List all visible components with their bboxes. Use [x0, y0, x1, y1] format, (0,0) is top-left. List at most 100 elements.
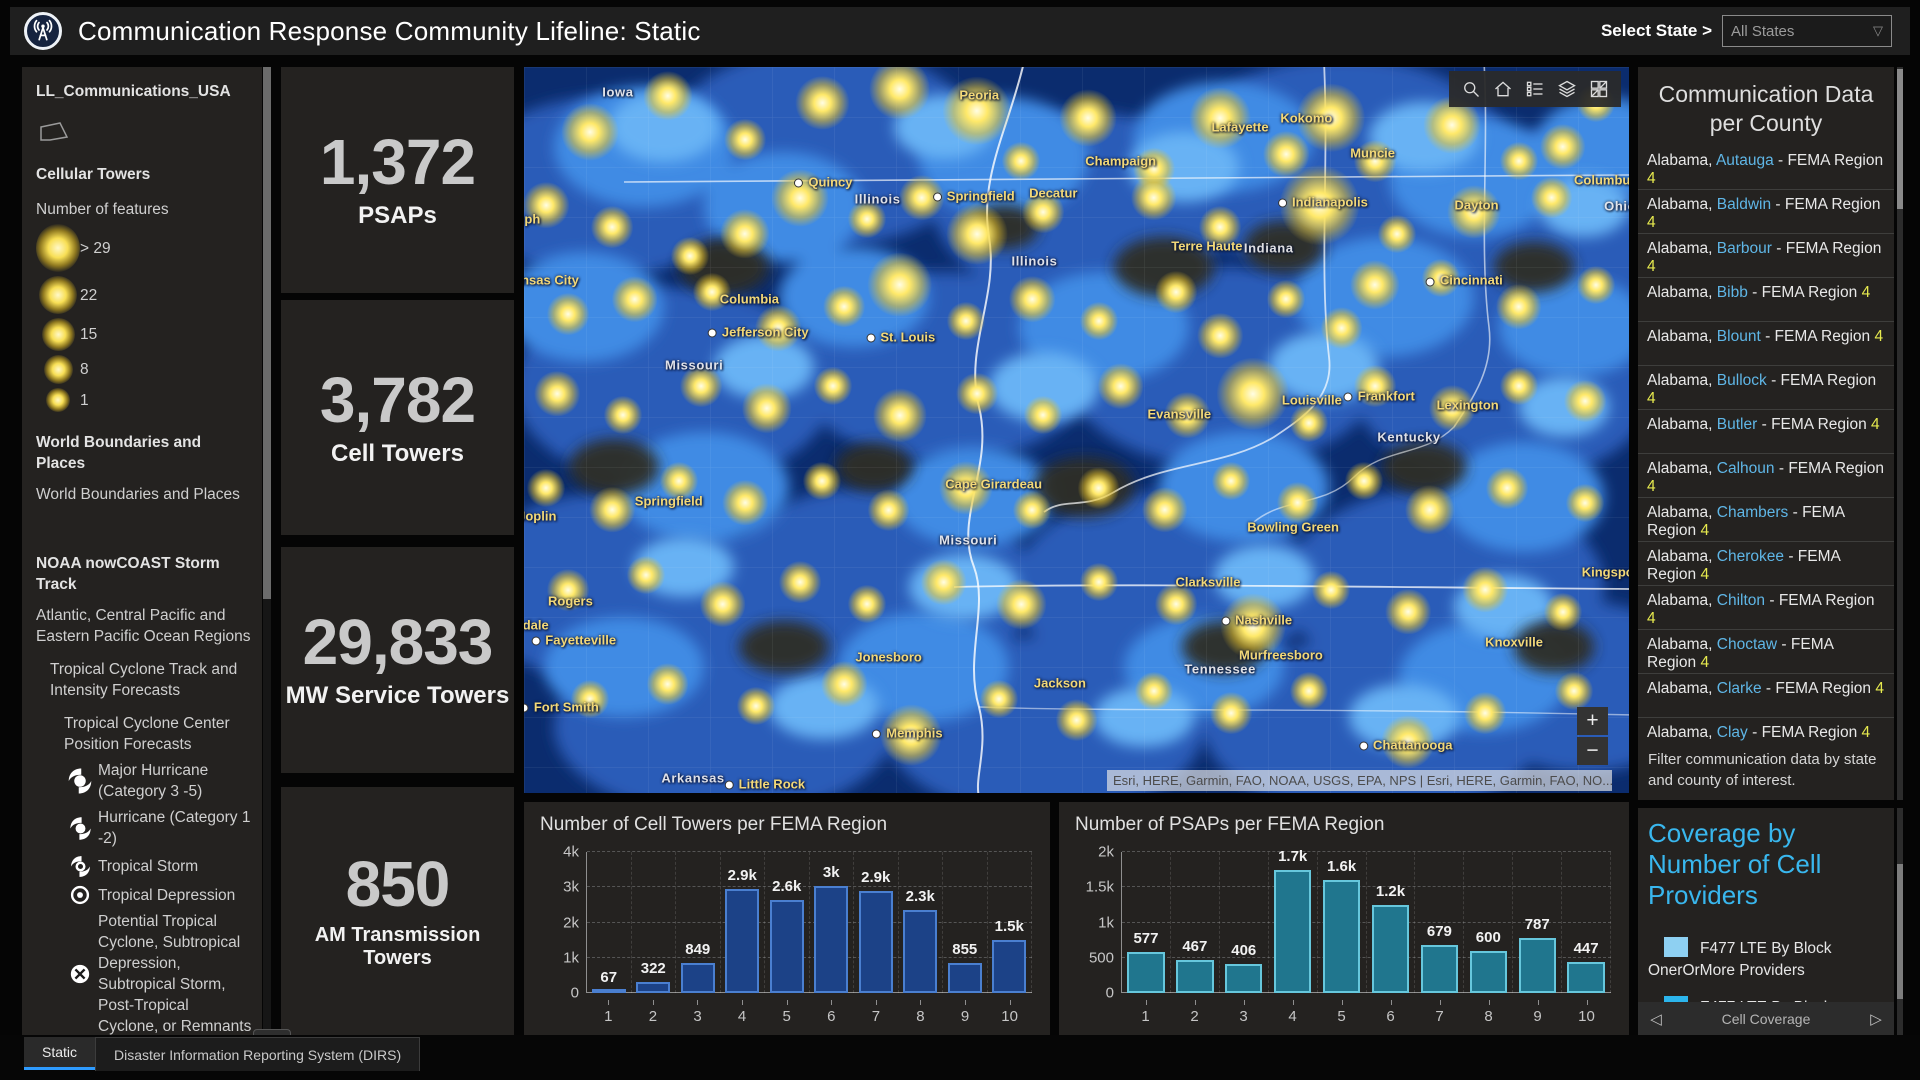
legend-scrollbar[interactable]	[263, 67, 271, 1035]
bar-value-label: 1.6k	[1327, 858, 1356, 875]
bar[interactable]	[1421, 945, 1458, 993]
county-scrollbar[interactable]	[1897, 67, 1903, 800]
bar[interactable]	[1176, 960, 1213, 993]
county-list-item[interactable]: Alabama, Autauga - FEMA Region 4	[1638, 146, 1894, 190]
state-select-value: All States	[1731, 23, 1794, 40]
coverage-scrollbar-thumb[interactable]	[1897, 864, 1903, 999]
county-state: Alabama,	[1647, 284, 1712, 301]
glow-dot-icon	[36, 276, 80, 314]
bar[interactable]	[1372, 905, 1409, 993]
bar[interactable]	[1567, 962, 1604, 994]
county-state: Alabama,	[1647, 548, 1712, 565]
county-list-item[interactable]: Alabama, Blount - FEMA Region 4	[1638, 322, 1894, 366]
county-list-item[interactable]: Alabama, Barbour - FEMA Region 4	[1638, 234, 1894, 278]
county-list-item[interactable]: Alabama, Calhoun - FEMA Region 4	[1638, 454, 1894, 498]
map-label-state: Illinois	[1012, 253, 1058, 268]
legend-scrollbar-thumb[interactable]	[263, 67, 271, 599]
coverage-scrollbar[interactable]	[1897, 808, 1903, 1035]
coverage-legend-item: F477 LTE By Block OnerOrMore Providers	[1648, 937, 1886, 982]
cell-tower-glow	[1290, 404, 1328, 442]
basemap-icon[interactable]	[1583, 71, 1615, 107]
stat-value: 3,782	[320, 368, 475, 432]
cell-tower-glow	[590, 487, 636, 533]
cell-tower-glow	[796, 77, 849, 130]
map-canvas[interactable]: IowaPeoriaKokomoLafayetteMuncieChampaign…	[524, 67, 1629, 793]
county-region: 4	[1647, 214, 1656, 231]
bar[interactable]	[592, 989, 626, 993]
bar-value-label: 1.2k	[1376, 883, 1405, 900]
legend-noaa-sub: Atlantic, Central Pacific and Eastern Pa…	[36, 605, 252, 647]
legend-size-label: 1	[80, 390, 89, 411]
county-region: 4	[1700, 522, 1709, 539]
bar-slot: 1.6k	[1318, 852, 1367, 993]
bar[interactable]	[1127, 952, 1164, 993]
legend-panel[interactable]: LL_Communications_USA Cellular Towers Nu…	[22, 67, 262, 1035]
pager-right-arrow-icon[interactable]: ▷	[1858, 1010, 1894, 1028]
legend-noaa-title: NOAA nowCOAST Storm Track	[36, 553, 252, 595]
x-tick-label: 9	[1513, 1000, 1562, 1025]
bar[interactable]	[770, 900, 804, 993]
bar[interactable]	[814, 886, 848, 994]
county-region: 4	[1647, 170, 1656, 187]
pager-left-arrow-icon[interactable]: ◁	[1638, 1010, 1674, 1028]
bar[interactable]	[859, 891, 893, 993]
map-label-city: Columbia	[720, 292, 779, 307]
home-icon[interactable]	[1487, 71, 1519, 107]
county-list-item[interactable]: Alabama, Baldwin - FEMA Region 4	[1638, 190, 1894, 234]
county-scrollbar-thumb[interactable]	[1897, 69, 1903, 209]
map-label-state: Indiana	[1244, 240, 1294, 255]
bar[interactable]	[903, 910, 937, 993]
map-label-cap: Fayetteville	[531, 632, 616, 647]
cell-tower-glow	[1098, 364, 1144, 410]
bar[interactable]	[1323, 880, 1360, 993]
cell-tower-glow	[1135, 672, 1173, 710]
bar[interactable]	[1519, 938, 1556, 993]
map-label-city: Cape Girardeau	[945, 476, 1042, 491]
county-list-item[interactable]: Alabama, Cherokee - FEMA Region 4	[1638, 542, 1894, 586]
legend-icon[interactable]	[1519, 71, 1551, 107]
county-list-item[interactable]: Alabama, Clarke - FEMA Region 4	[1638, 674, 1894, 718]
bar[interactable]	[1470, 951, 1507, 993]
tab-disaster-information-reporting-system-dirs-[interactable]: Disaster Information Reporting System (D…	[95, 1037, 420, 1071]
bar[interactable]	[1274, 870, 1311, 993]
county-list-panel[interactable]: Communication Data per County Alabama, A…	[1638, 67, 1894, 800]
search-icon[interactable]	[1455, 71, 1487, 107]
coverage-pager: ◁ Cell Coverage ▷	[1638, 1002, 1894, 1035]
state-select-dropdown[interactable]: All States ▽	[1722, 15, 1892, 47]
map-label-state: Missouri	[665, 357, 723, 372]
bar[interactable]	[948, 963, 982, 993]
bar-value-label: 2.9k	[728, 867, 757, 884]
bar[interactable]	[1225, 964, 1262, 993]
county-list-item[interactable]: Alabama, Chilton - FEMA Region 4	[1638, 586, 1894, 630]
map-label-cap: Chattanooga	[1359, 738, 1452, 753]
cell-tower-glow	[947, 302, 985, 340]
bar[interactable]	[992, 940, 1026, 993]
cell-tower-glow	[1555, 672, 1593, 710]
cell-tower-glow	[1378, 215, 1416, 253]
bar-value-label: 1.7k	[1278, 848, 1307, 865]
county-list-item[interactable]: Alabama, Bibb - FEMA Region 4	[1638, 278, 1894, 322]
county-region: 4	[1875, 680, 1884, 697]
county-list-item[interactable]: Alabama, Bullock - FEMA Region 4	[1638, 366, 1894, 410]
map-label-city: Jonesboro	[855, 649, 921, 664]
county-list-item[interactable]: Alabama, Butler - FEMA Region 4	[1638, 410, 1894, 454]
county-state: Alabama,	[1647, 636, 1712, 653]
number-of-features-label: Number of features	[36, 199, 252, 220]
legend-size-label: 22	[80, 285, 97, 306]
cell-tower-glow	[1566, 484, 1604, 522]
legend-storm-item: Hurricane (Category 1 -2)	[62, 807, 252, 849]
bar[interactable]	[725, 889, 759, 993]
county-list-item[interactable]: Alabama, Chambers - FEMA Region 4	[1638, 498, 1894, 542]
map-label-city: Peoria	[959, 88, 999, 103]
tab-static[interactable]: Static	[24, 1037, 95, 1070]
map-label-city: Springdale	[524, 617, 549, 632]
bar[interactable]	[636, 982, 670, 993]
bar-value-label: 447	[1574, 940, 1599, 957]
map-label-cap: Little Rock	[725, 777, 805, 792]
county-list-item[interactable]: Alabama, Choctaw - FEMA Region 4	[1638, 630, 1894, 674]
bar[interactable]	[681, 963, 715, 993]
zoom-in-button[interactable]: +	[1577, 707, 1608, 735]
layers-icon[interactable]	[1551, 71, 1583, 107]
zoom-out-button[interactable]: −	[1577, 737, 1608, 765]
cell-tower-glow	[700, 581, 746, 627]
